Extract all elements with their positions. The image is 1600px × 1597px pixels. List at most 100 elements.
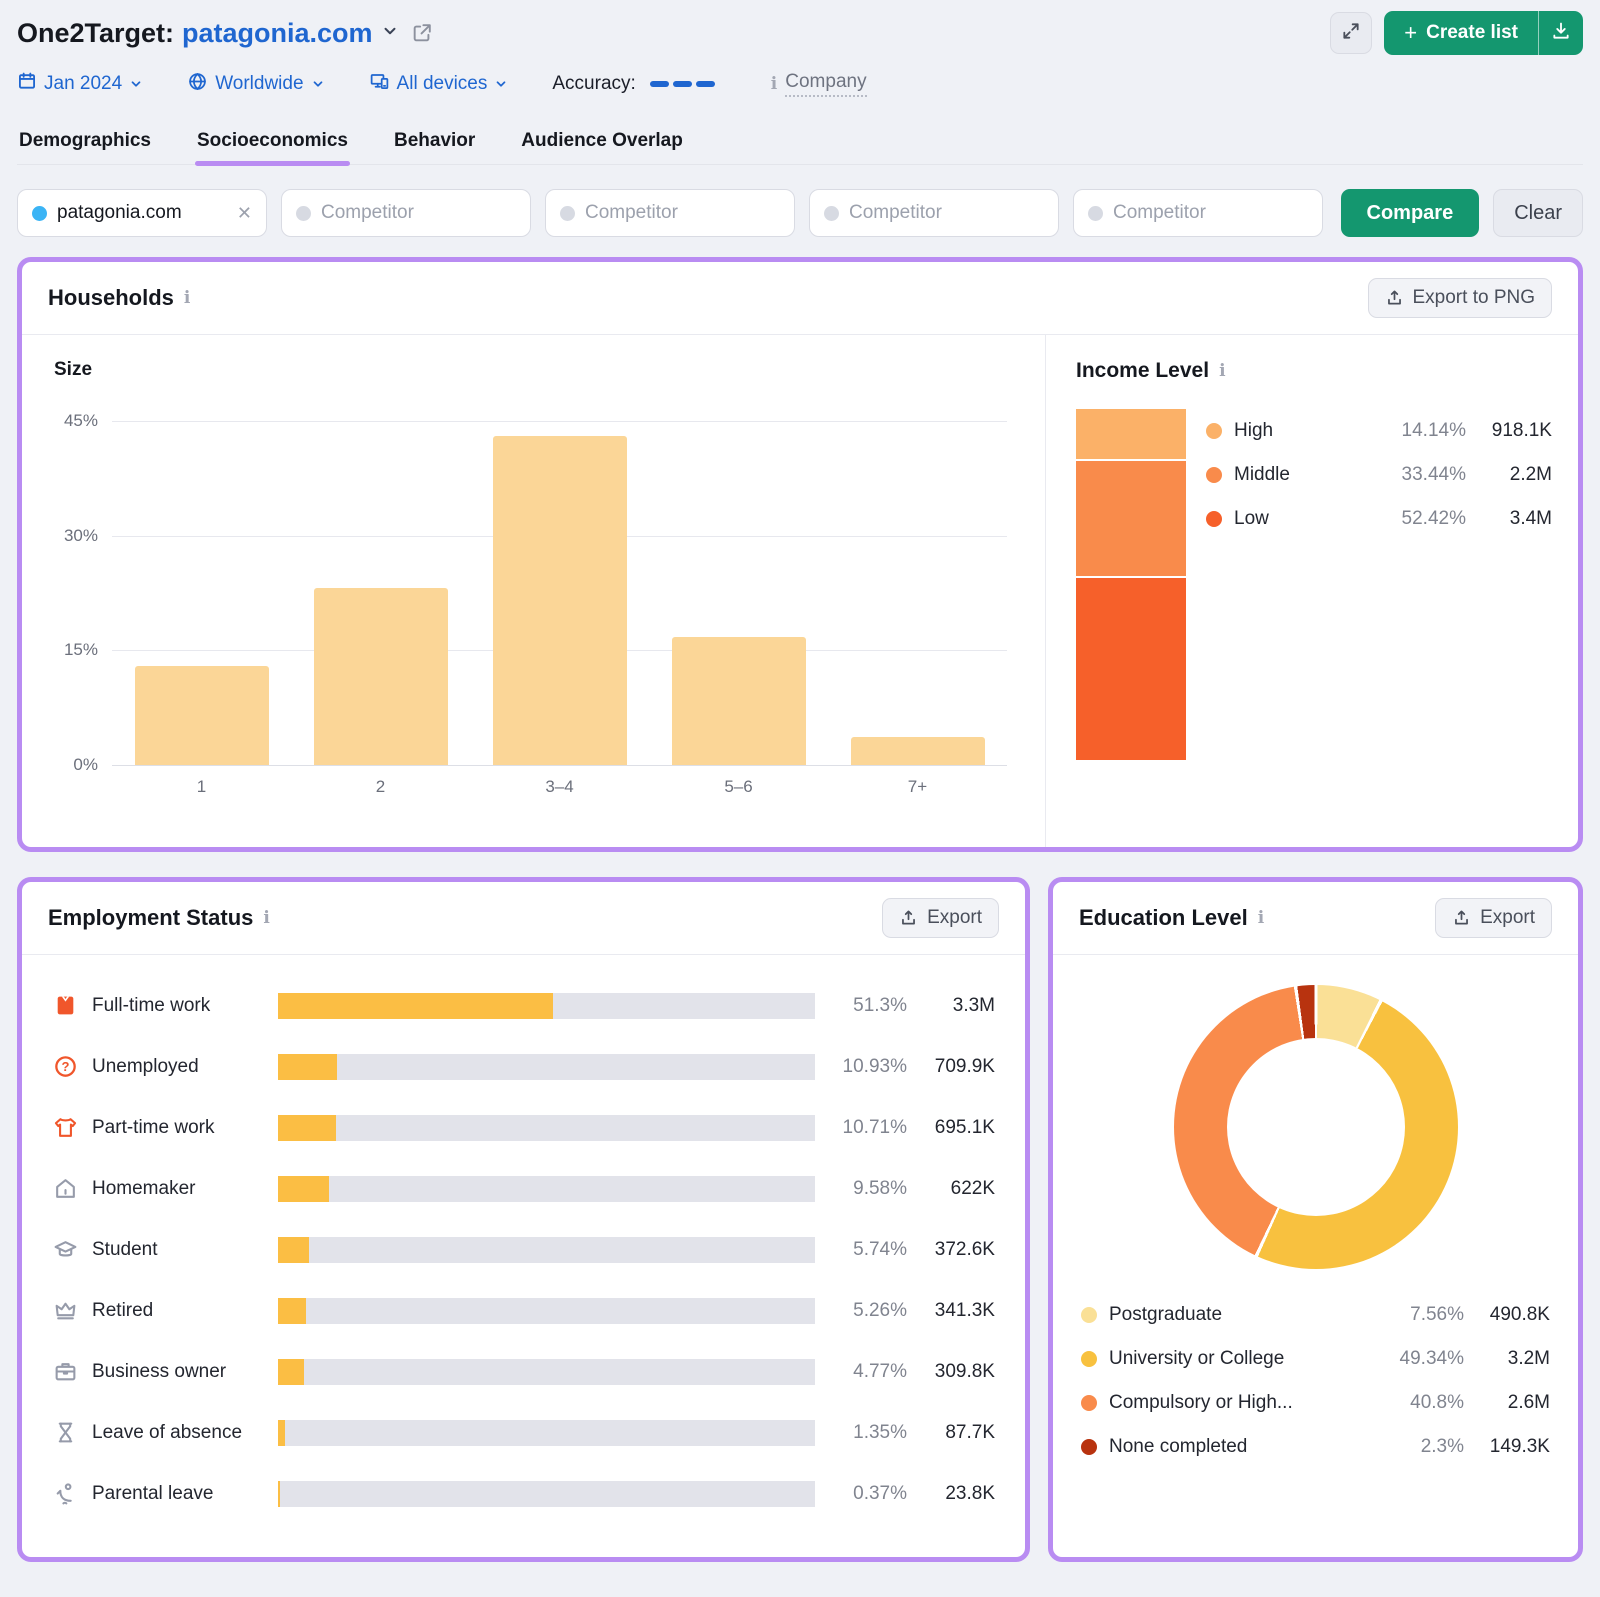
tab-audience-overlap[interactable]: Audience Overlap [521, 122, 683, 164]
domain-dot-icon [32, 206, 47, 221]
competitor-input-1[interactable] [281, 189, 531, 237]
close-icon[interactable]: ✕ [237, 203, 252, 224]
company-link[interactable]: Company [785, 71, 866, 97]
legend-item-university: University or College 49.34% 3.2M [1081, 1337, 1550, 1381]
competitor-field[interactable] [585, 202, 780, 224]
competitor-field[interactable] [849, 202, 1044, 224]
parental-icon [52, 1481, 78, 1507]
accuracy-label: Accuracy: [552, 73, 635, 95]
external-link-icon[interactable] [411, 22, 433, 44]
progress-bar [278, 1481, 815, 1507]
graduation-cap-icon [52, 1237, 78, 1263]
briefcase-icon [52, 1359, 78, 1385]
household-size-section: Size 45% 30% 15% 0% [22, 335, 1045, 852]
tab-demographics[interactable]: Demographics [19, 122, 151, 164]
tab-socioeconomics[interactable]: Socioeconomics [197, 122, 348, 164]
employment-panel-header: Employment Status i Export [22, 882, 1025, 955]
income-segment-high [1076, 409, 1186, 459]
bar-7plus [851, 737, 985, 765]
expand-button[interactable] [1330, 12, 1372, 54]
calendar-icon [17, 71, 37, 97]
legend-dot [1206, 511, 1222, 527]
info-icon[interactable]: i [1219, 361, 1225, 381]
progress-bar [278, 993, 815, 1019]
export-icon [899, 909, 918, 928]
education-donut-chart [1174, 985, 1458, 1269]
progress-bar [278, 1359, 815, 1385]
device-filter-value: All devices [397, 73, 488, 95]
employment-row-business-owner: Business owner 4.77% 309.8K [52, 1341, 995, 1402]
employment-row-homemaker: Homemaker 9.58% 622K [52, 1158, 995, 1219]
info-icon[interactable]: i [1258, 908, 1264, 928]
main-domain-chip[interactable]: patagonia.com ✕ [17, 189, 267, 237]
chevron-down-icon[interactable] [381, 22, 399, 45]
employment-rows: Full-time work 51.3% 3.3M ? Unemployed 1… [22, 955, 1025, 1524]
export-button[interactable]: Export [1435, 898, 1552, 938]
progress-bar [278, 1176, 815, 1202]
x-axis-labels: 1 2 3–4 5–6 7+ [112, 777, 1007, 797]
legend-dot [1081, 1395, 1097, 1411]
employment-row-student: Student 5.74% 372.6K [52, 1219, 995, 1280]
export-png-button[interactable]: Export to PNG [1368, 278, 1553, 318]
tab-bar: Demographics Socioeconomics Behavior Aud… [17, 122, 1583, 165]
date-filter-dropdown[interactable]: Jan 2024 [17, 71, 143, 97]
bar-2 [314, 588, 448, 765]
device-filter-dropdown[interactable]: All devices [369, 71, 509, 98]
progress-bar [278, 1115, 815, 1141]
competitor-input-4[interactable] [1073, 189, 1323, 237]
page-title-domain[interactable]: patagonia.com [182, 18, 373, 48]
shirt-icon [52, 993, 78, 1019]
employment-row-parental-leave: Parental leave 0.37% 23.8K [52, 1463, 995, 1524]
export-button[interactable]: Export [882, 898, 999, 938]
info-icon[interactable]: i [184, 288, 190, 308]
employment-row-unemployed: ? Unemployed 10.93% 709.9K [52, 1036, 995, 1097]
bar-3-4 [493, 436, 627, 765]
company-info: i Company [771, 71, 867, 97]
competitor-field[interactable] [321, 202, 516, 224]
income-segment-low [1076, 576, 1186, 760]
svg-text:?: ? [61, 1059, 69, 1074]
tab-behavior[interactable]: Behavior [394, 122, 475, 164]
filter-row: Jan 2024 Worldwide All devices Accuracy:… [17, 66, 1583, 102]
competitor-dot-icon [560, 206, 575, 221]
employment-title: Employment Status i [48, 905, 270, 931]
create-list-button[interactable]: + Create list [1384, 11, 1538, 55]
legend-item-compulsory: Compulsory or High... 40.8% 2.6M [1081, 1381, 1550, 1425]
export-icon [1452, 909, 1471, 928]
legend-dot [1206, 467, 1222, 483]
household-size-chart: 45% 30% 15% 0% [54, 421, 1007, 765]
header: One2Target:patagonia.com + Create list [17, 10, 1583, 56]
competitor-field[interactable] [1113, 202, 1308, 224]
download-icon [1551, 21, 1571, 46]
crown-icon [52, 1298, 78, 1324]
competitor-input-3[interactable] [809, 189, 1059, 237]
competitor-input-2[interactable] [545, 189, 795, 237]
households-panel: Households i Export to PNG Size 45% 30% … [17, 257, 1583, 852]
info-icon[interactable]: i [263, 908, 269, 928]
education-panel-header: Education Level i Export [1053, 882, 1578, 955]
info-icon[interactable]: i [771, 74, 777, 94]
legend-item-high: High 14.14% 918.1K [1206, 409, 1552, 453]
region-filter-dropdown[interactable]: Worldwide [187, 71, 324, 98]
plot-area [112, 421, 1007, 765]
bar-5-6 [672, 637, 806, 765]
education-title: Education Level i [1079, 905, 1264, 931]
compare-button[interactable]: Compare [1341, 189, 1480, 237]
employment-status-panel: Employment Status i Export Full-time wor… [17, 877, 1030, 1562]
progress-bar [278, 1054, 815, 1080]
accuracy-indicator: Accuracy: [552, 73, 714, 95]
progress-bar [278, 1298, 815, 1324]
competitor-dot-icon [824, 206, 839, 221]
download-list-button[interactable] [1538, 11, 1583, 55]
main-domain-chip-label: patagonia.com [57, 202, 182, 224]
income-stacked-bar [1076, 409, 1186, 760]
page-title: One2Target:patagonia.com [17, 18, 373, 49]
education-level-panel: Education Level i Export Postgraduate 7.… [1048, 877, 1583, 1562]
hourglass-icon [52, 1420, 78, 1446]
employment-row-leave-of-absence: Leave of absence 1.35% 87.7K [52, 1402, 995, 1463]
income-level-section: Income Level i High 14.14% 918 [1045, 335, 1578, 852]
clear-button[interactable]: Clear [1493, 189, 1583, 237]
chevron-down-icon [129, 77, 143, 91]
plus-icon: + [1404, 20, 1417, 46]
globe-icon [187, 71, 208, 98]
